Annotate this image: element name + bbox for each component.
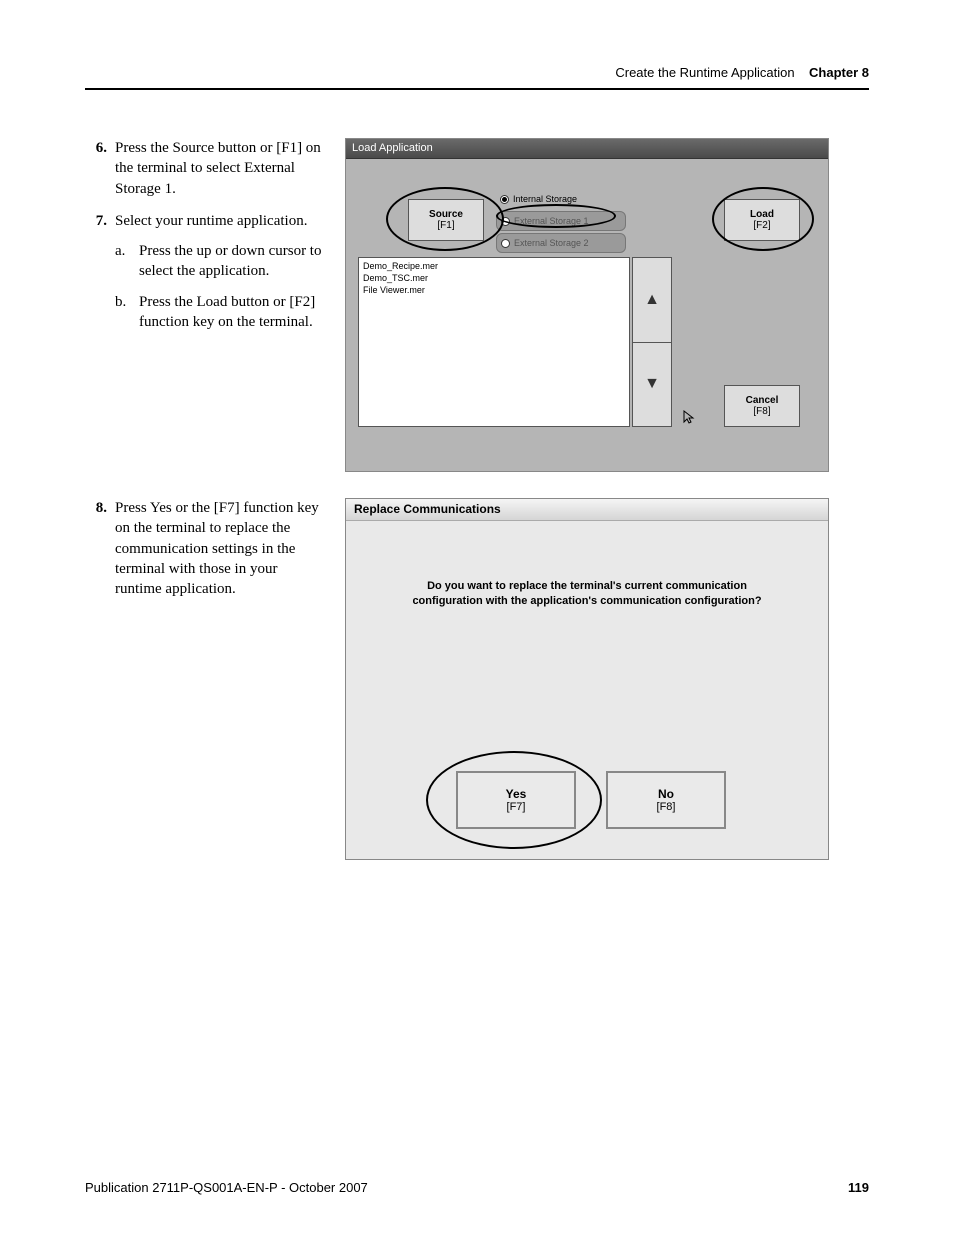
scroll-up-button[interactable]: ▲ [633,258,671,343]
storage-radio-group: Internal Storage External Storage 1 Exte… [496,189,626,253]
radio-dot-icon [500,195,509,204]
footer-page-number: 119 [848,1180,869,1195]
replacedlg-title: Replace Communications [346,499,828,521]
chevron-up-icon: ▲ [644,291,660,309]
source-key: [F1] [437,220,454,231]
file-item[interactable]: Demo_Recipe.mer [363,260,625,272]
msg-line1: Do you want to replace the terminal's cu… [427,580,747,592]
yes-key: [F7] [507,801,526,813]
step8-text: Press Yes or the [F7] function key on th… [115,498,325,599]
radio-internal-storage[interactable]: Internal Storage [496,189,626,209]
source-button[interactable]: Source [F1] [408,199,484,241]
no-label: No [658,787,674,801]
loadapp-title: Load Application [346,139,828,159]
header-chapter: Chapter 8 [809,65,869,80]
file-scroll: ▲ ▼ [632,257,672,427]
radio-dot-icon [501,217,510,226]
radio-dot-icon [501,239,510,248]
file-item[interactable]: File Viewer.mer [363,284,625,296]
step7b-text: Press the Load button or [F2] function k… [139,292,325,333]
radio-internal-label: Internal Storage [513,194,577,204]
step6-num: 6. [85,138,107,199]
file-item[interactable]: Demo_TSC.mer [363,272,625,284]
source-label: Source [429,209,463,220]
load-button[interactable]: Load [F2] [724,199,800,241]
step7-num: 7. [85,211,107,342]
cursor-icon [676,403,704,431]
radio-ext2-label: External Storage 2 [514,238,589,248]
cancel-label: Cancel [746,395,779,406]
replace-communications-dialog: Replace Communications Do you want to re… [345,498,829,860]
replacedlg-message: Do you want to replace the terminal's cu… [386,579,788,610]
cancel-key: [F8] [753,406,770,417]
page-footer: Publication 2711P-QS001A-EN-P - October … [85,1180,869,1195]
step7a-num: a. [115,241,133,282]
radio-external-storage-2[interactable]: External Storage 2 [496,233,626,253]
load-label: Load [750,209,774,220]
radio-external-storage-1[interactable]: External Storage 1 [496,211,626,231]
cancel-button[interactable]: Cancel [F8] [724,385,800,427]
step7a-text: Press the up or down cursor to select th… [139,241,325,282]
step7-text: Select your runtime application. [115,213,307,229]
no-key: [F8] [657,801,676,813]
msg-line2: configuration with the application's com… [412,595,761,607]
step7b-num: b. [115,292,133,333]
header-section: Create the Runtime Application [615,65,794,80]
load-key: [F2] [753,220,770,231]
footer-publication: Publication 2711P-QS001A-EN-P - October … [85,1180,368,1195]
load-application-panel: Load Application Source [F1] Internal St… [345,138,829,472]
page-header: Create the Runtime Application Chapter 8 [85,65,869,90]
chevron-down-icon: ▼ [644,375,660,393]
radio-ext1-label: External Storage 1 [514,216,589,226]
file-list[interactable]: Demo_Recipe.mer Demo_TSC.mer File Viewer… [358,257,630,427]
yes-label: Yes [506,787,527,801]
yes-button[interactable]: Yes [F7] [456,771,576,829]
step8-num: 8. [85,498,107,599]
scroll-down-button[interactable]: ▼ [633,343,671,427]
no-button[interactable]: No [F8] [606,771,726,829]
step6-text: Press the Source button or [F1] on the t… [115,138,325,199]
